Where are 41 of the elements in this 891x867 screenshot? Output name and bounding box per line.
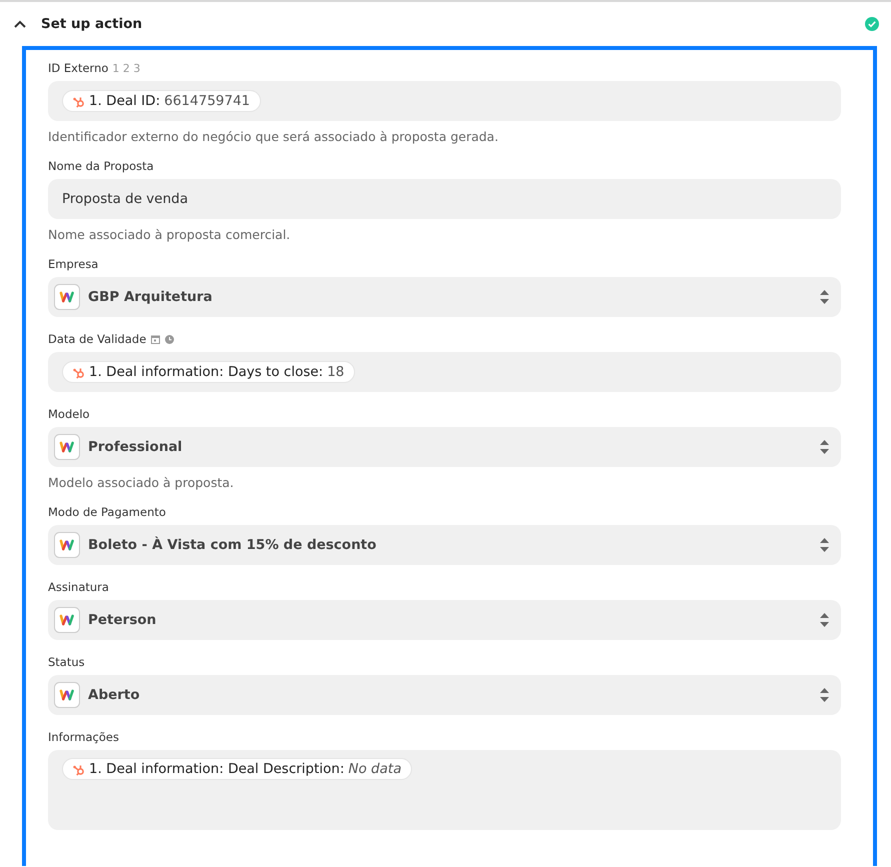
app-logo-icon <box>54 284 80 310</box>
dropdown-field[interactable]: Aberto <box>48 675 841 715</box>
field-label: Status <box>48 655 85 669</box>
textarea-field[interactable]: 1. Deal information: Deal Description: No data <box>48 750 841 830</box>
field-label: Assinatura <box>48 580 109 594</box>
sort-caret-icon <box>820 538 829 552</box>
chevron-icon[interactable] <box>14 20 26 28</box>
field-label: ID Externo <box>48 61 108 75</box>
app-logo-icon <box>54 682 80 708</box>
sprocket-icon <box>73 94 85 108</box>
sort-caret-icon <box>820 440 829 454</box>
help-text: Nome associado à proposta comercial. <box>48 227 292 242</box>
field-label: Modo de Pagamento <box>48 505 166 519</box>
help-text: Identificador externo do negócio que será associado à proposta gerada. <box>48 129 500 144</box>
app-logo-icon <box>54 607 80 633</box>
app-logo-icon <box>54 434 80 460</box>
dropdown-field[interactable]: Peterson <box>48 600 841 640</box>
dropdown-field[interactable]: GBP Arquitetura <box>48 277 841 317</box>
dropdown-field[interactable]: Professional <box>48 427 841 467</box>
sort-caret-icon <box>820 613 829 627</box>
field-label: Informações <box>48 730 119 744</box>
mapped-field-token[interactable]: 1. Deal ID: 6614759741 <box>62 90 262 112</box>
mapped-field-token[interactable]: 1. Deal information: Deal Description: No data <box>62 758 412 780</box>
sort-caret-icon <box>820 290 829 304</box>
sort-caret-icon <box>820 688 829 702</box>
section-title: Set up action <box>41 16 144 32</box>
dropdown-field[interactable]: Boleto - À Vista com 15% de desconto <box>48 525 841 565</box>
field-label: Data de Validade <box>48 332 146 346</box>
mapped-field-token[interactable]: 1. Deal information: Days to close: 18 <box>62 361 356 383</box>
app-logo-icon <box>54 532 80 558</box>
sprocket-icon <box>73 762 85 776</box>
clock-icon <box>165 334 174 344</box>
field-label: Empresa <box>48 257 98 271</box>
step-numbers: 1 2 3 <box>112 62 140 74</box>
input-field[interactable]: 1. Deal ID: 6614759741 <box>48 81 841 121</box>
field-label: Nome da Proposta <box>48 159 154 173</box>
sprocket-icon <box>73 366 85 378</box>
input-field[interactable]: Proposta de venda <box>48 179 841 219</box>
help-text: Modelo associado à proposta. <box>48 475 235 490</box>
field-label: Modelo <box>48 407 90 421</box>
input-field[interactable]: 1. Deal information: Days to close: 18 <box>48 352 841 392</box>
